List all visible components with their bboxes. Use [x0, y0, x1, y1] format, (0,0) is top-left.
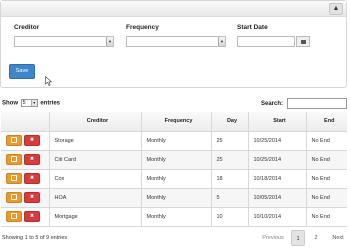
- table-row: ✖ HOA Monthly 5 10/05/2014 No End: [1, 188, 347, 208]
- end-cell: No End: [306, 150, 347, 170]
- row-actions: ✖: [1, 207, 50, 227]
- creditor-cell: HOA: [49, 188, 142, 208]
- delete-icon: ✖: [29, 213, 35, 219]
- delete-icon: ✖: [29, 175, 35, 181]
- panel-header: ▲: [1, 1, 346, 17]
- previous-page-button[interactable]: Previous: [258, 230, 288, 246]
- row-actions: ✖: [1, 150, 50, 170]
- calendar-button[interactable]: [296, 36, 310, 47]
- page-2-button[interactable]: 2: [309, 230, 323, 246]
- day-cell: 18: [211, 169, 249, 189]
- frequency-cell: Monthly: [141, 207, 212, 227]
- mouse-cursor-icon: [45, 76, 53, 86]
- start-column-header[interactable]: Start: [248, 112, 307, 132]
- table-row: ✖ Citi Card Monthly 25 10/25/2014 No End: [1, 150, 347, 170]
- edit-icon: [11, 212, 17, 219]
- table-row: ✖ Storage Monthly 25 10/25/2014 No End: [1, 131, 347, 151]
- edit-icon: [11, 174, 17, 181]
- creditor-cell: Cox: [49, 169, 142, 189]
- row-actions: ✖: [1, 131, 50, 151]
- table-info: Showing 1 to 5 of 9 entries: [2, 235, 68, 241]
- frequency-cell: Monthly: [141, 188, 212, 208]
- day-cell: 25: [211, 131, 249, 151]
- delete-icon: ✖: [29, 156, 35, 162]
- frequency-label: Frequency: [126, 24, 159, 31]
- creditor-cell: Storage: [49, 131, 142, 151]
- page-1-button[interactable]: 1: [291, 230, 305, 246]
- delete-button[interactable]: ✖: [24, 173, 40, 184]
- search-label: Search:: [261, 101, 284, 107]
- day-cell: 5: [211, 188, 249, 208]
- frequency-select[interactable]: ▼: [126, 36, 226, 47]
- day-cell: 10: [211, 207, 249, 227]
- edit-button[interactable]: [6, 192, 22, 203]
- start-cell: 10/25/2014: [248, 131, 307, 151]
- search-input[interactable]: [287, 98, 347, 109]
- creditor-select[interactable]: ▼: [14, 36, 114, 47]
- table-row: ✖ Cox Monthly 18 10/18/2014 No End: [1, 169, 347, 189]
- page-length-select[interactable]: 5 ▼: [20, 99, 38, 107]
- end-cell: No End: [306, 131, 347, 151]
- creditor-cell: Citi Card: [49, 150, 142, 170]
- show-suffix: entries: [40, 100, 61, 107]
- delete-button[interactable]: ✖: [24, 135, 40, 146]
- show-prefix: Show: [2, 100, 18, 107]
- table-header-row: Creditor Frequency Day Start End: [1, 112, 347, 132]
- calendar-icon: [301, 40, 306, 44]
- edit-icon: [11, 155, 17, 162]
- edit-button[interactable]: [6, 154, 22, 165]
- chevron-down-icon: ▼: [218, 37, 225, 46]
- chevron-down-icon: ▼: [106, 37, 113, 46]
- start-cell: 10/25/2014: [248, 150, 307, 170]
- next-page-button[interactable]: Next: [327, 230, 349, 246]
- delete-button[interactable]: ✖: [24, 154, 40, 165]
- page-length-value: 5: [22, 100, 26, 106]
- edit-button[interactable]: [6, 135, 22, 146]
- start-cell: 10/10/2014: [248, 207, 307, 227]
- delete-button[interactable]: ✖: [24, 211, 40, 222]
- frequency-cell: Monthly: [141, 131, 212, 151]
- end-cell: No End: [306, 207, 347, 227]
- frequency-cell: Monthly: [141, 169, 212, 189]
- creditor-column-header[interactable]: Creditor: [49, 112, 142, 132]
- filter-panel: ▲ Creditor ▼ Frequency ▼ Start Date Save: [0, 0, 347, 88]
- chevron-up-icon[interactable]: ▲: [329, 3, 343, 15]
- delete-icon: ✖: [29, 137, 35, 143]
- delete-icon: ✖: [29, 194, 35, 200]
- creditor-label: Creditor: [14, 24, 40, 31]
- start-date-label: Start Date: [237, 24, 268, 31]
- edit-icon: [11, 136, 17, 143]
- table-row: ✖ Mortgage Monthly 10 10/10/2014 No End: [1, 207, 347, 227]
- start-cell: 10/18/2014: [248, 169, 307, 189]
- edit-button[interactable]: [6, 173, 22, 184]
- edit-button[interactable]: [6, 211, 22, 222]
- start-date-input[interactable]: [237, 36, 295, 47]
- chevron-down-icon: ▼: [30, 100, 37, 106]
- frequency-column-header[interactable]: Frequency: [141, 112, 212, 132]
- day-cell: 25: [211, 150, 249, 170]
- end-cell: No End: [306, 188, 347, 208]
- page-length-control: Show 5 ▼ entries: [2, 99, 60, 107]
- actions-column-header[interactable]: [1, 112, 50, 132]
- end-cell: No End: [306, 169, 347, 189]
- frequency-cell: Monthly: [141, 150, 212, 170]
- save-button[interactable]: Save: [9, 64, 35, 79]
- entries-table: Creditor Frequency Day Start End ✖ Stora…: [1, 112, 347, 227]
- delete-button[interactable]: ✖: [24, 192, 40, 203]
- end-column-header[interactable]: End: [306, 112, 347, 132]
- row-actions: ✖: [1, 188, 50, 208]
- row-actions: ✖: [1, 169, 50, 189]
- edit-icon: [11, 193, 17, 200]
- start-cell: 10/05/2014: [248, 188, 307, 208]
- day-column-header[interactable]: Day: [211, 112, 249, 132]
- creditor-cell: Mortgage: [49, 207, 142, 227]
